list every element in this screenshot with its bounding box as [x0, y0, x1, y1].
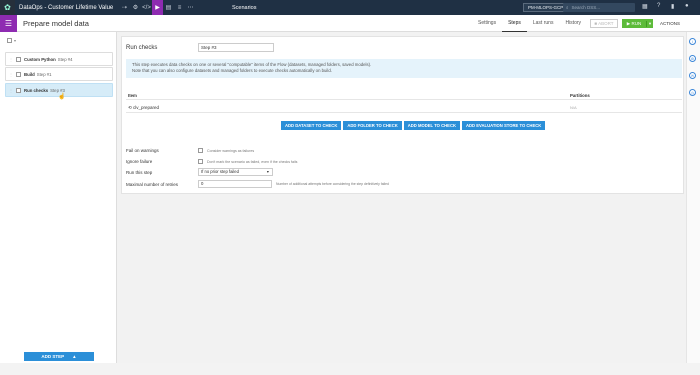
dashboard-icon[interactable]: ▤	[163, 0, 174, 15]
ignore-failure-checkbox[interactable]	[198, 159, 203, 164]
recipes-icon[interactable]: ⚙	[130, 0, 141, 15]
step-name: Build	[24, 71, 35, 77]
apps-grid-icon[interactable]: ▦	[642, 3, 648, 10]
more-icon[interactable]: ⋯	[185, 0, 196, 15]
wiki-icon[interactable]: ≡	[174, 0, 185, 15]
fail-on-warnings-checkbox[interactable]	[198, 148, 203, 153]
max-retries-input[interactable]: 0	[198, 180, 272, 188]
select-all-control[interactable]: ▾	[7, 38, 16, 43]
project-key-badge[interactable]: PM-MLOPS-GCP	[523, 3, 569, 12]
chart-icon[interactable]: ▮	[671, 3, 674, 10]
right-rail	[686, 32, 700, 363]
tab-steps[interactable]: Steps	[502, 15, 527, 32]
timeline-icon[interactable]: ◷	[689, 89, 696, 96]
column-header-item: Item	[128, 93, 137, 98]
flow-icon[interactable]: ⇢	[119, 0, 130, 15]
fail-on-warnings-label: Fail on warnings	[126, 148, 159, 153]
page-title: Prepare model data	[23, 18, 89, 28]
step-checkbox[interactable]	[16, 87, 21, 93]
settings-icon[interactable]: ⚙	[689, 55, 696, 62]
info-icon[interactable]: i	[689, 38, 696, 45]
step-name-input[interactable]: Step #3	[198, 43, 274, 52]
ignore-failure-control[interactable]: Don't mark the scenario as failed, even …	[198, 159, 297, 164]
dataset-icon: ⟲	[128, 105, 132, 110]
ignore-failure-label: Ignore failure	[126, 159, 153, 164]
search-input[interactable]: ⌕ Search DSS...	[563, 3, 635, 12]
run-button[interactable]: ▶ RUN ▾	[622, 19, 653, 28]
scenario-icon[interactable]: ☰	[0, 14, 17, 32]
scenario-tabs: Settings Steps Last runs History	[472, 15, 587, 32]
scenario-header: ☰ Prepare model data Settings Steps Last…	[0, 14, 700, 32]
stop-icon: ■	[594, 21, 598, 26]
code-icon[interactable]: </>	[141, 0, 152, 15]
search-icon: ⌕	[566, 5, 569, 10]
run-dropdown-chevron-icon[interactable]: ▾	[646, 20, 653, 27]
add-dataset-button[interactable]: ADD DATASET TO CHECK	[281, 121, 342, 130]
help-icon[interactable]: ?	[657, 3, 660, 9]
step-name: Custom Python	[24, 56, 56, 62]
add-item-buttons: ADD DATASET TO CHECK ADD FOLDER TO CHECK…	[281, 121, 546, 130]
drag-handle-icon[interactable]: ⋮	[9, 57, 13, 62]
drag-handle-icon[interactable]: ⋮	[9, 72, 13, 77]
run-this-step-select[interactable]: If no prior step failed ▾	[198, 168, 273, 176]
chevron-down-icon[interactable]: ▾	[14, 38, 16, 43]
discussion-icon[interactable]: ✉	[689, 72, 696, 79]
run-this-step-label: Run this step	[126, 170, 153, 175]
caret-up-icon: ▲	[72, 354, 77, 359]
chevron-down-icon: ▾	[266, 169, 269, 174]
step-item[interactable]: ⋮ Build Step #1	[5, 67, 113, 81]
info-banner: This step executes data checks on one or…	[126, 59, 682, 78]
step-number: Step #3	[50, 87, 65, 93]
select-all-checkbox[interactable]	[7, 38, 12, 43]
drag-handle-icon[interactable]: ⋮	[9, 88, 13, 93]
step-item[interactable]: ⋮ Custom Python Step #4	[5, 52, 113, 66]
footer-strip	[0, 363, 700, 375]
step-type-heading: Run checks	[126, 45, 158, 51]
max-retries-hint: Number of additional attempts before con…	[276, 182, 389, 186]
tab-settings[interactable]: Settings	[472, 15, 502, 32]
step-name: Run checks	[24, 87, 49, 93]
info-line-2: Note that you can also configure dataset…	[132, 68, 332, 74]
step-number: Step #4	[57, 56, 73, 62]
fail-on-warnings-control[interactable]: Consider warnings as failures	[198, 148, 254, 153]
add-model-button[interactable]: ADD MODEL TO CHECK	[403, 121, 460, 130]
item-name: clv_prepared	[133, 105, 160, 110]
add-step-button[interactable]: ADD STEP ▲	[24, 352, 94, 361]
dataiku-logo-icon[interactable]: ✿	[0, 0, 15, 15]
tab-history[interactable]: History	[559, 15, 587, 32]
tab-last-runs[interactable]: Last runs	[527, 15, 560, 32]
divider	[126, 112, 682, 113]
section-label[interactable]: Scenarios	[232, 5, 256, 11]
actions-button[interactable]: ACTIONS	[660, 19, 680, 28]
hand-cursor-icon: ☝	[58, 94, 66, 100]
divider	[126, 99, 682, 100]
play-icon: ▶	[626, 20, 631, 26]
item-partitions: N/A	[570, 105, 577, 110]
search-placeholder: Search DSS...	[571, 5, 601, 10]
ignore-failure-hint: Don't mark the scenario as failed, even …	[207, 159, 298, 164]
step-checkbox[interactable]	[16, 71, 21, 77]
step-number: Step #1	[36, 71, 52, 77]
project-name[interactable]: DataOps - Customer Lifetime Value	[19, 5, 119, 11]
abort-button[interactable]: ■ ABORT	[590, 19, 618, 28]
add-folder-button[interactable]: ADD FOLDER TO CHECK	[343, 121, 402, 130]
steps-sidebar	[0, 32, 117, 363]
step-editor-panel: Run checks Step #3 This step executes da…	[121, 36, 684, 194]
step-checkbox[interactable]	[16, 56, 21, 62]
max-retries-label: Maximal number of retries	[126, 182, 179, 187]
item-row[interactable]: ⟲ clv_prepared	[128, 105, 159, 111]
user-avatar[interactable]: ●	[685, 3, 689, 9]
column-header-partitions: Partitions	[570, 93, 590, 98]
add-evaluation-store-button[interactable]: ADD EVALUATION STORE TO CHECK	[462, 121, 546, 130]
fail-on-warnings-hint: Consider warnings as failures	[207, 148, 255, 153]
scenarios-play-icon[interactable]: ▶	[152, 0, 163, 15]
